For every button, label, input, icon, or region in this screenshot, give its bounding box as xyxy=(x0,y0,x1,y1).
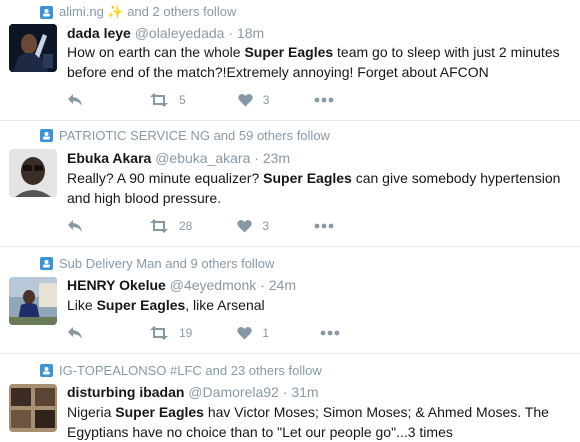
tweet[interactable]: IG-TOPEALONSO #LFC and 23 others follow … xyxy=(0,354,580,442)
author-name[interactable]: HENRY Okelue xyxy=(67,277,166,293)
like-count: 3 xyxy=(262,93,270,107)
tweet-text: Nigeria Super Eagles hav Victor Moses; S… xyxy=(67,402,572,442)
author-handle[interactable]: @olaleyedada xyxy=(135,25,225,41)
keyword-highlight: Super Eagles xyxy=(263,170,352,186)
user-follow-icon xyxy=(40,128,53,142)
author-name[interactable]: dada leye xyxy=(67,25,131,41)
timestamp[interactable]: 23m xyxy=(263,150,290,166)
user-follow-icon xyxy=(40,5,53,19)
tweet-text: How on earth can the whole Super Eagles … xyxy=(67,42,572,82)
heart-icon xyxy=(237,219,253,233)
tweet[interactable]: alimi.ng ✨ and 2 others follow dada leye… xyxy=(0,0,580,121)
follow-context-text: Sub Delivery Man and 9 others follow xyxy=(59,255,275,271)
retweet-count: 19 xyxy=(179,326,193,340)
tweet-text-part: Like xyxy=(67,297,97,313)
keyword-highlight: Super Eagles xyxy=(244,44,334,60)
author-handle[interactable]: @Damorela92 xyxy=(188,384,278,400)
tweet-header: dada leye @olaleyedada · 18m xyxy=(67,25,264,41)
follow-context-text: alimi.ng ✨ and 2 others follow xyxy=(59,4,237,19)
timestamp[interactable]: 24m xyxy=(269,277,296,293)
reply-icon xyxy=(68,94,82,106)
separator: · xyxy=(260,277,265,293)
action-bar: 19 1 xyxy=(67,324,340,342)
tweet-text-part: Really? A 90 minute equalizer? xyxy=(67,170,264,186)
retweet-button[interactable]: 19 xyxy=(149,326,192,340)
tweet-text-part: Nigeria xyxy=(67,404,116,420)
tweet-text-part: How on earth can the whole xyxy=(67,44,245,60)
tweet-text: Really? A 90 minute equalizer? Super Eag… xyxy=(67,168,572,208)
user-follow-icon xyxy=(40,256,53,270)
retweet-icon xyxy=(150,93,168,107)
more-icon xyxy=(314,223,334,229)
like-button[interactable]: 3 xyxy=(237,219,269,233)
heart-icon xyxy=(237,93,253,107)
tweet[interactable]: PATRIOTIC SERVICE NG and 59 others follo… xyxy=(0,121,580,247)
reply-icon xyxy=(68,327,82,339)
avatar[interactable] xyxy=(9,277,57,325)
follow-context[interactable]: IG-TOPEALONSO #LFC and 23 others follow xyxy=(40,362,322,378)
retweet-icon xyxy=(150,326,168,340)
action-bar: 28 3 xyxy=(67,217,334,235)
reply-button[interactable] xyxy=(67,326,83,340)
retweet-button[interactable]: 5 xyxy=(149,93,186,107)
like-button[interactable]: 1 xyxy=(237,326,269,340)
follow-context-text: PATRIOTIC SERVICE NG and 59 others follo… xyxy=(59,127,330,143)
follow-context-text: IG-TOPEALONSO #LFC and 23 others follow xyxy=(59,362,322,378)
follow-context[interactable]: PATRIOTIC SERVICE NG and 59 others follo… xyxy=(40,127,330,143)
user-follow-icon xyxy=(40,363,53,377)
separator: · xyxy=(228,25,234,41)
separator: · xyxy=(282,384,288,400)
reply-button[interactable] xyxy=(67,219,83,233)
author-name[interactable]: disturbing ibadan xyxy=(67,384,184,400)
more-icon xyxy=(320,330,340,336)
retweet-button[interactable]: 28 xyxy=(149,219,192,233)
follow-context[interactable]: Sub Delivery Man and 9 others follow xyxy=(40,255,274,271)
retweet-icon xyxy=(150,219,168,233)
tweet-text-part: , like Arsenal xyxy=(185,297,265,313)
avatar[interactable] xyxy=(9,384,57,432)
tweet-header: disturbing ibadan @Damorela92 · 31m xyxy=(67,384,319,400)
like-button[interactable]: 3 xyxy=(237,93,270,107)
tweet[interactable]: Sub Delivery Man and 9 others follow HEN… xyxy=(0,247,580,354)
follow-context[interactable]: alimi.ng ✨ and 2 others follow xyxy=(40,4,236,20)
tweet-header: HENRY Okelue @4eyedmonk · 24m xyxy=(67,277,296,293)
separator: · xyxy=(254,150,259,166)
like-count: 3 xyxy=(262,219,270,233)
author-handle[interactable]: @ebuka_akara xyxy=(155,150,250,166)
more-button[interactable] xyxy=(314,97,334,103)
like-count: 1 xyxy=(262,326,270,340)
timestamp[interactable]: 31m xyxy=(291,384,318,400)
timestamp[interactable]: 18m xyxy=(237,25,264,41)
author-handle[interactable]: @4eyedmonk xyxy=(170,277,257,293)
retweet-count: 5 xyxy=(179,93,186,107)
retweet-count: 28 xyxy=(179,219,193,233)
more-icon xyxy=(314,97,334,103)
keyword-highlight: Super Eagles xyxy=(96,297,186,313)
avatar[interactable] xyxy=(9,24,57,72)
reply-icon xyxy=(68,220,82,232)
tweet-header: Ebuka Akara @ebuka_akara · 23m xyxy=(67,150,290,166)
heart-icon xyxy=(237,326,253,340)
action-bar: 5 3 xyxy=(67,91,334,109)
author-name[interactable]: Ebuka Akara xyxy=(67,150,151,166)
tweet-text: Like Super Eagles, like Arsenal xyxy=(67,295,572,315)
keyword-highlight: Super Eagles xyxy=(115,404,204,420)
more-button[interactable] xyxy=(314,223,334,229)
reply-button[interactable] xyxy=(67,93,83,107)
more-button[interactable] xyxy=(320,330,340,336)
avatar[interactable] xyxy=(9,149,57,197)
